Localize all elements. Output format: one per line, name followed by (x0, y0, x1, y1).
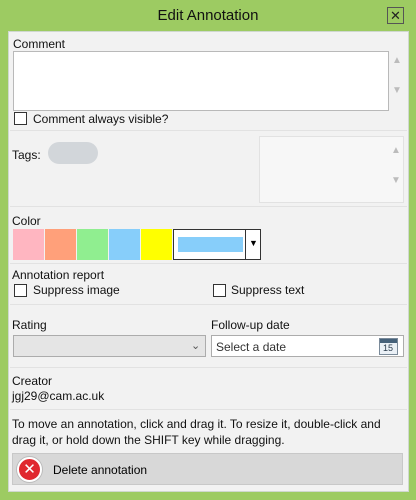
comment-section: Comment ▲ ▼ Comment always visible? (10, 32, 407, 131)
tags-section: Tags: ▲ ▼ (10, 132, 407, 207)
delete-annotation-label: Delete annotation (53, 463, 148, 477)
rating-followup-section: Rating ⌄ Follow-up date Select a date 15 (10, 315, 407, 368)
scroll-down-icon[interactable]: ▼ (391, 176, 401, 186)
color-label: Color (12, 214, 41, 228)
suppress-text-label: Suppress text (231, 283, 305, 297)
comment-always-visible-label: Comment always visible? (33, 112, 169, 126)
comment-always-visible-checkbox[interactable] (14, 112, 27, 125)
color-section: Color ▼ (10, 208, 407, 264)
rating-label: Rating (12, 318, 47, 332)
tag-add-pill[interactable] (48, 142, 98, 164)
close-button[interactable]: ✕ (387, 7, 404, 24)
color-swatch-pink[interactable] (13, 229, 44, 260)
close-icon: ✕ (390, 8, 401, 23)
annotation-report-section: Annotation report Suppress image Suppres… (10, 265, 407, 305)
color-swatch-green[interactable] (77, 229, 108, 260)
calendar-day: 15 (383, 343, 394, 353)
chevron-down-icon: ⌄ (191, 340, 201, 352)
scroll-up-icon[interactable]: ▲ (392, 56, 402, 66)
suppress-image-label: Suppress image (33, 283, 120, 297)
suppress-image-checkbox[interactable] (14, 284, 27, 297)
color-picker-dropdown[interactable]: ▼ (173, 229, 261, 260)
scroll-up-icon[interactable]: ▲ (391, 146, 401, 156)
comment-label: Comment (13, 37, 66, 51)
scroll-down-icon[interactable]: ▼ (392, 86, 402, 96)
comment-field[interactable] (13, 51, 389, 111)
annotation-report-label: Annotation report (12, 268, 105, 282)
calendar-icon[interactable]: 15 (379, 338, 398, 355)
delete-icon: ✕ (17, 457, 42, 482)
title-bar[interactable]: Edit Annotation ✕ (0, 0, 416, 31)
delete-annotation-button[interactable]: ✕ Delete annotation (12, 453, 403, 485)
window-title: Edit Annotation (157, 7, 259, 24)
suppress-text-checkbox[interactable] (213, 284, 226, 297)
creator-section: Creator jgj29@cam.ac.uk (10, 369, 407, 410)
chevron-down-icon[interactable]: ▼ (245, 229, 261, 260)
color-swatch-blue[interactable] (109, 229, 140, 260)
followup-label: Follow-up date (211, 318, 290, 332)
tags-scroll-area[interactable] (259, 136, 404, 203)
creator-value: jgj29@cam.ac.uk (12, 389, 105, 403)
color-swatch-yellow[interactable] (141, 229, 172, 260)
help-text: To move an annotation, click and drag it… (12, 417, 381, 447)
followup-date-placeholder: Select a date (216, 340, 287, 354)
followup-date-field[interactable]: Select a date 15 (211, 335, 404, 357)
creator-label: Creator (12, 374, 53, 388)
tags-label: Tags: (12, 148, 41, 162)
annotation-panel: Comment ▲ ▼ Comment always visible? Tags… (8, 31, 409, 492)
selected-color-preview (178, 237, 243, 252)
color-swatch-salmon[interactable] (45, 229, 76, 260)
rating-select[interactable]: ⌄ (13, 335, 206, 357)
